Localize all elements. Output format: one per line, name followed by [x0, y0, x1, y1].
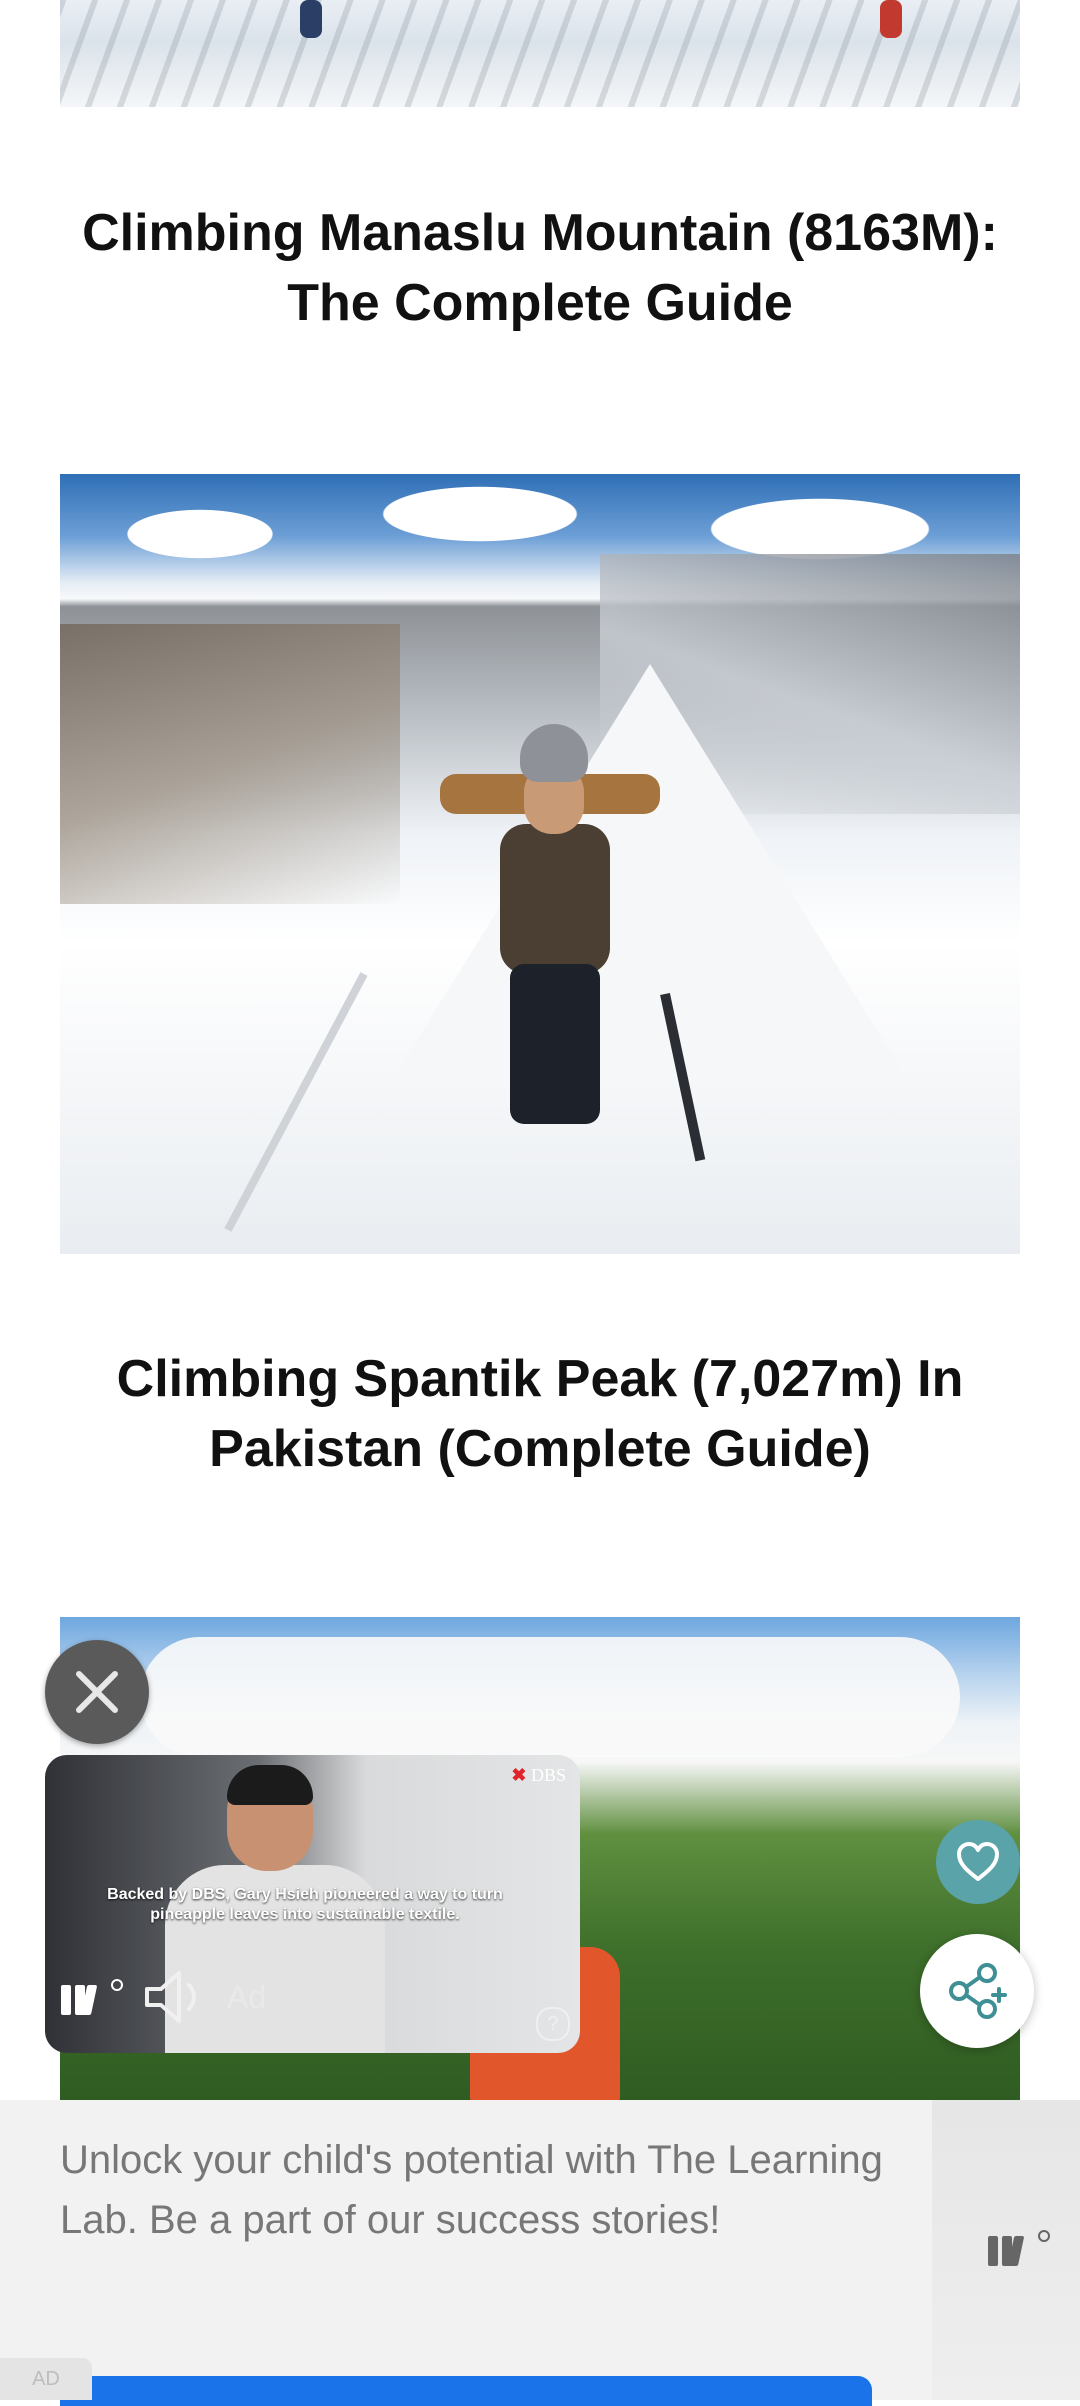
climber-legs	[510, 964, 600, 1124]
ad-brand: ✖ DBS	[511, 1765, 566, 1785]
snow-ridge	[60, 0, 1020, 107]
clouds	[140, 1637, 960, 1757]
climber-figure	[880, 0, 902, 38]
share-button[interactable]	[920, 1934, 1034, 2048]
ad-caption: Backed by DBS, Gary Hsieh pioneered a wa…	[107, 1886, 503, 1923]
banner-cta-button[interactable]	[60, 2376, 872, 2406]
like-button[interactable]	[936, 1820, 1020, 1904]
brand-logo-icon[interactable]	[59, 1977, 125, 2017]
article-image-spantik[interactable]	[60, 474, 1020, 1254]
article-image-manaslu[interactable]	[60, 0, 1020, 107]
rope	[224, 972, 368, 1232]
share-icon	[949, 1963, 1007, 2019]
volume-icon[interactable]	[141, 1967, 211, 2027]
video-ad[interactable]: ✖ DBS Backed by DBS, Gary Hsieh pioneere…	[45, 1755, 580, 2053]
ad-controls: Ad	[59, 1967, 266, 2027]
ad-label: Ad	[227, 1978, 267, 2015]
rock-slope	[60, 624, 400, 904]
brand-logo-icon	[988, 2230, 1050, 2266]
article-title[interactable]: Climbing Manaslu Mountain (8163M): The C…	[60, 198, 1020, 338]
ad-badge: AD	[0, 2358, 92, 2400]
banner-ad-image[interactable]	[932, 2100, 1080, 2400]
climber-body	[500, 824, 610, 974]
ad-person-hair	[227, 1765, 313, 1805]
heart-icon	[957, 1842, 999, 1881]
banner-ad-text[interactable]: Unlock your child's potential with The L…	[60, 2130, 900, 2250]
climber-figure	[300, 0, 322, 38]
article-title[interactable]: Climbing Spantik Peak (7,027m) In Pakist…	[60, 1344, 1020, 1484]
ad-help-button[interactable]: ?	[536, 2007, 570, 2041]
helmet	[520, 724, 588, 782]
close-ad-button[interactable]	[45, 1640, 149, 1744]
close-icon	[76, 1671, 118, 1713]
brand-name: DBS	[530, 1765, 566, 1785]
banner-ad[interactable]: Unlock your child's potential with The L…	[0, 2100, 1080, 2406]
climber	[440, 724, 660, 1154]
